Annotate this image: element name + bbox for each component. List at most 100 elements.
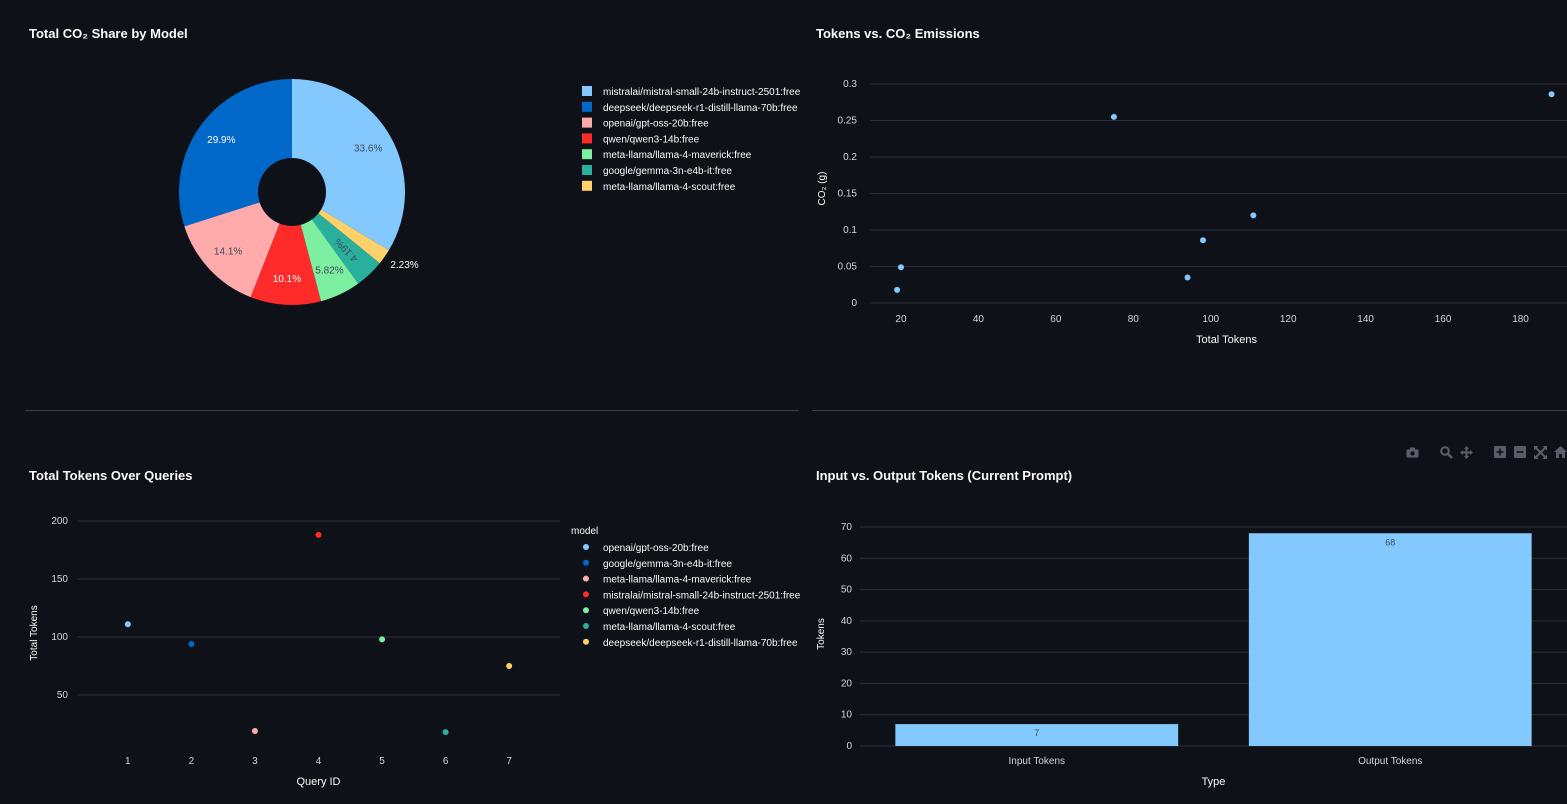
- legend-marker: [583, 544, 589, 550]
- legend-label: openai/gpt-oss-20b:free: [603, 543, 709, 554]
- scatter-point: [1110, 113, 1117, 120]
- x-tick-label: 20: [895, 314, 907, 325]
- x-tick-label: 140: [1357, 314, 1374, 325]
- divider-right: [812, 410, 1567, 411]
- x-tick-label: Output Tokens: [1358, 756, 1422, 767]
- tokens-over-queries-chart[interactable]: 50 100 150 200 1 2 3 4 5 6 7 Query ID Total Tokens mo…: [0, 420, 800, 804]
- scatter-point: [1184, 274, 1191, 281]
- bar: [1248, 533, 1532, 746]
- legend-label: deepseek/deepseek-r1-distill-llama-70b:f…: [603, 638, 798, 649]
- y-tick-label: 0: [851, 298, 857, 309]
- y-tick-label: 50: [57, 690, 69, 701]
- y-tick-label: 20: [841, 678, 853, 689]
- legend-marker: [583, 607, 589, 614]
- x-axis-label: Type: [1202, 776, 1226, 788]
- x-axis-label: Query ID: [296, 776, 340, 788]
- y-tick-label: 0.05: [838, 262, 858, 273]
- y-tick-label: 60: [841, 553, 853, 564]
- legend-marker: [583, 638, 589, 645]
- tokens-co2-scatter-chart[interactable]: 0 0.05 0.1 0.15 0.2 0.25 0.3 20 40 60 80 100 120 140 1…: [800, 0, 1567, 400]
- pie-chart[interactable]: 33.6%2.23%4.19%5.82%10.1%14.1%29.9%mistr…: [0, 0, 800, 400]
- legend-label: google/gemma-3n-e4b-it:free: [603, 559, 732, 570]
- scatter-point: [124, 621, 131, 628]
- x-tick-label: 3: [252, 756, 258, 767]
- legend-swatch: [582, 117, 592, 128]
- scatter-point: [315, 531, 322, 538]
- x-tick-label: 6: [443, 756, 449, 767]
- x-tick-label: 160: [1435, 314, 1452, 325]
- x-tick-label: 80: [1128, 314, 1140, 325]
- x-tick-label: 4: [316, 756, 322, 767]
- x-tick-label: 40: [973, 314, 985, 325]
- y-tick-label: 150: [51, 574, 68, 585]
- legend-label: qwen/qwen3-14b:free: [603, 606, 700, 617]
- pie-slice-label: 2.23%: [390, 260, 418, 271]
- divider-left: [25, 410, 799, 411]
- y-axis-label: CO₂ (g): [817, 172, 828, 206]
- pie-slice-label: 29.9%: [207, 135, 235, 146]
- y-tick-label: 10: [841, 710, 853, 721]
- legend-label: meta-llama/llama-4-maverick:free: [603, 575, 752, 586]
- legend-marker: [583, 559, 589, 566]
- legend-swatch: [582, 180, 592, 191]
- scatter-point: [1548, 91, 1555, 98]
- scatter-point: [188, 640, 195, 647]
- pie-slice-label: 5.82%: [315, 266, 343, 277]
- x-tick-label: 100: [1202, 314, 1219, 325]
- legend-label: meta-llama/llama-4-scout:free: [603, 182, 736, 193]
- y-axis-label: Tokens: [816, 618, 827, 650]
- legend-label: mistralai/mistral-small-24b-instruct-250…: [603, 87, 800, 98]
- y-tick-label: 0.25: [838, 116, 858, 127]
- legend-label: openai/gpt-oss-20b:free: [603, 119, 709, 130]
- legend-label: meta-llama/llama-4-scout:free: [603, 622, 736, 633]
- y-tick-label: 30: [841, 647, 853, 658]
- x-tick-label: 2: [189, 756, 195, 767]
- x-tick-label: 120: [1280, 314, 1297, 325]
- legend-label: google/gemma-3n-e4b-it:free: [603, 166, 732, 177]
- legend-swatch: [582, 165, 592, 175]
- y-tick-label: 0: [846, 741, 852, 752]
- x-tick-label: 1: [125, 756, 131, 767]
- legend-label: deepseek/deepseek-r1-distill-llama-70b:f…: [603, 103, 798, 114]
- x-tick-label: 60: [1050, 314, 1062, 325]
- y-tick-label: 0.3: [843, 79, 857, 90]
- x-tick-label: Input Tokens: [1008, 756, 1065, 767]
- y-tick-label: 0.1: [843, 225, 857, 236]
- pie-slice: [178, 79, 292, 227]
- legend-title: model: [571, 526, 598, 537]
- y-tick-label: 100: [51, 632, 68, 643]
- scatter-point: [379, 636, 386, 643]
- scatter-point: [1200, 237, 1207, 244]
- y-axis-label: Total Tokens: [29, 605, 40, 660]
- input-output-bar-chart[interactable]: 0 10 20 30 40 50 60 70 Tokens 7 Input Tokens 68 Outp…: [800, 420, 1567, 804]
- scatter-point: [1250, 212, 1257, 219]
- y-tick-label: 200: [51, 516, 68, 527]
- scatter-point: [506, 663, 513, 669]
- pie-slice-label: 10.1%: [273, 274, 301, 285]
- legend-swatch: [582, 149, 592, 160]
- scatter-point: [251, 727, 258, 734]
- pie-slice-label: 14.1%: [214, 246, 242, 257]
- y-tick-label: 0.2: [843, 152, 857, 163]
- x-tick-label: 180: [1512, 314, 1529, 325]
- legend-swatch: [582, 101, 592, 112]
- bar-value-label: 68: [1385, 537, 1395, 547]
- scatter-point: [442, 729, 449, 736]
- y-tick-label: 40: [841, 616, 853, 627]
- x-axis-label: Total Tokens: [1196, 334, 1257, 346]
- y-tick-label: 0.15: [838, 189, 858, 200]
- x-tick-label: 7: [506, 756, 512, 767]
- y-tick-label: 50: [841, 585, 853, 596]
- legend-label: mistralai/mistral-small-24b-instruct-250…: [603, 590, 800, 601]
- legend-label: meta-llama/llama-4-maverick:free: [603, 150, 752, 161]
- legend-marker: [583, 591, 589, 598]
- legend-marker: [583, 623, 589, 629]
- y-tick-label: 70: [841, 522, 853, 533]
- legend-swatch: [582, 133, 592, 144]
- bar-value-label: 7: [1034, 728, 1039, 738]
- scatter-point: [894, 286, 901, 293]
- x-tick-label: 5: [379, 756, 385, 767]
- scatter-point: [897, 264, 904, 271]
- legend-swatch: [582, 86, 592, 96]
- pie-slice-label: 33.6%: [354, 144, 382, 155]
